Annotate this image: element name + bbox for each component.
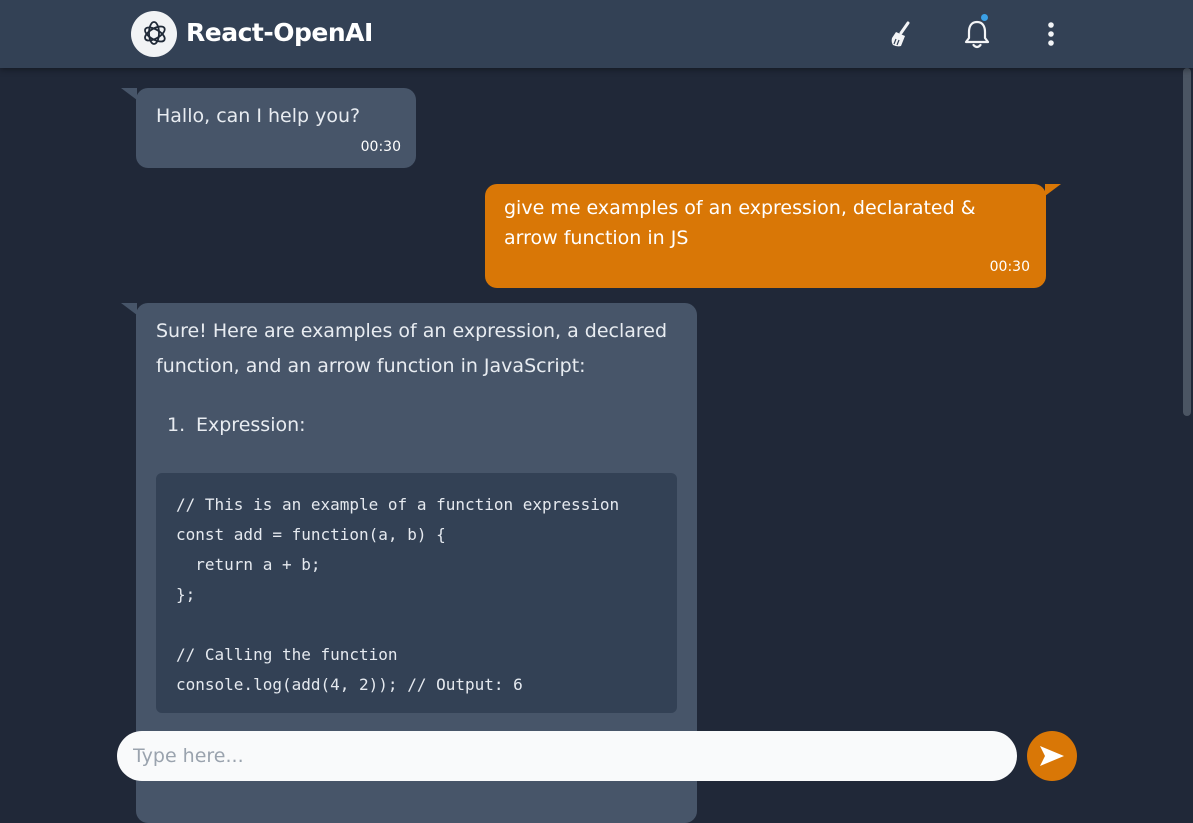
- code-line: // Calling the function: [176, 645, 398, 664]
- code-line: console.log(add(4, 2)); // Output: 6: [176, 675, 523, 694]
- notification-badge: [980, 13, 989, 22]
- code-line: };: [176, 585, 196, 604]
- message-text: Hallo, can I help you?: [156, 105, 361, 127]
- message-input[interactable]: [117, 731, 1017, 781]
- message-text: give me examples of an expression, decla…: [504, 197, 976, 249]
- send-arrow-icon: [1040, 746, 1064, 766]
- code-block: // This is an example of a function expr…: [156, 473, 677, 713]
- app-title: React-OpenAI: [186, 18, 373, 47]
- list-item: Expression:: [196, 414, 306, 436]
- message-time: 00:30: [989, 259, 1030, 275]
- message-text: Sure! Here are examples of an expression…: [156, 320, 668, 377]
- app-header: React-OpenAI: [0, 0, 1193, 68]
- bot-message: Hallo, can I help you? 00:30: [121, 88, 416, 168]
- code-line: return a + b;: [176, 555, 321, 574]
- scrollbar-thumb[interactable]: [1183, 68, 1191, 416]
- vertical-dots-icon: [1048, 22, 1054, 46]
- list-number: 1.: [167, 414, 186, 436]
- code-line: const add = function(a, b) {: [176, 525, 446, 544]
- code-line: // This is an example of a function expr…: [176, 495, 620, 514]
- chat-scrollbar[interactable]: [1181, 68, 1193, 803]
- broom-icon: [891, 21, 910, 47]
- openai-logo-icon: [131, 11, 177, 57]
- message-time: 00:30: [360, 139, 401, 155]
- clear-chat-button[interactable]: [881, 14, 921, 54]
- user-message: give me examples of an expression, decla…: [485, 184, 1061, 288]
- more-menu-button[interactable]: [1031, 14, 1071, 54]
- send-button[interactable]: [1027, 731, 1077, 781]
- bell-icon: [964, 20, 990, 49]
- notifications-button[interactable]: [957, 13, 997, 54]
